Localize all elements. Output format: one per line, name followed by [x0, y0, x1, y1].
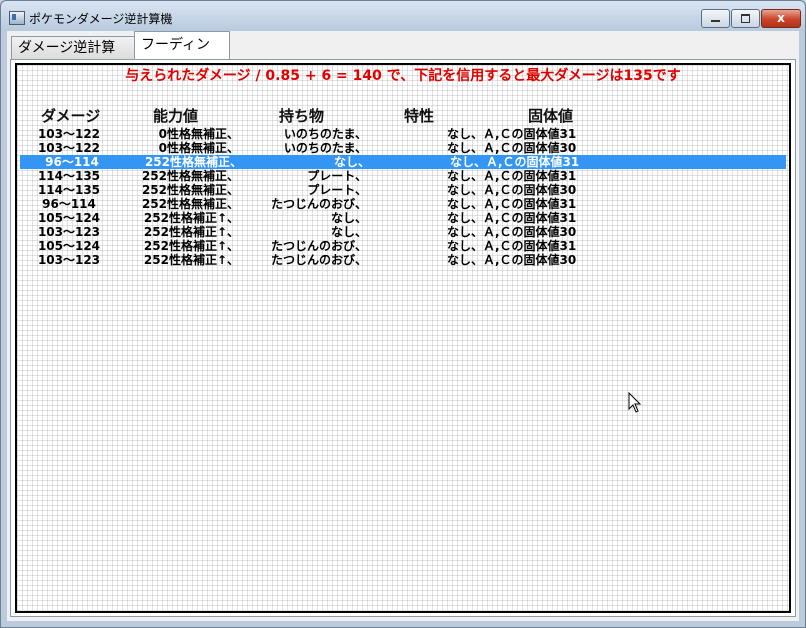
list-item[interactable]: 103～122 0性格無補正、 いのちのたま、 なし、Ａ,Ｃの固体値30 [17, 141, 789, 155]
cell-stat: 252性格補正↑、 [143, 239, 239, 253]
client-area: ダメージ逆計算 フーディン 与えられたダメージ / 0.85 + 6 = 140… [7, 31, 799, 621]
cell-item: なし、 [330, 225, 367, 239]
list-item[interactable]: 105～124 252性格補正↑、 なし、 なし、Ａ,Ｃの固体値31 [17, 211, 789, 225]
list-item-selected[interactable]: 96～114 252性格無補正、 なし、 なし、Ａ,Ｃの固体値31 [20, 155, 786, 169]
cell-damage: 114～135 [37, 169, 101, 183]
cell-item: いのちのたま、 [283, 127, 367, 141]
cell-item: いのちのたま、 [283, 141, 367, 155]
cell-iv: なし、Ａ,Ｃの固体値31 [447, 239, 577, 253]
mouse-cursor-icon [628, 392, 642, 413]
cell-damage: 114～135 [37, 183, 101, 197]
cell-stat: 0性格無補正、 [158, 141, 239, 155]
cell-damage: 105～124 [37, 211, 101, 225]
cell-iv: なし、Ａ,Ｃの固体値31 [447, 197, 577, 211]
title-bar[interactable]: ポケモンダメージ逆計算機 x [1, 1, 805, 31]
cell-item: なし、 [330, 211, 367, 225]
result-list[interactable]: 与えられたダメージ / 0.85 + 6 = 140 で、下記を信用すると最大ダ… [15, 63, 791, 613]
cell-item: なし、 [333, 155, 370, 169]
tab-damage-calc[interactable]: ダメージ逆計算 [11, 36, 135, 59]
cell-damage: 96～114 [45, 155, 99, 169]
list-item[interactable]: 103～123 252性格補正↑、 なし、 なし、Ａ,Ｃの固体値30 [17, 225, 789, 239]
cell-stat: 252性格無補正、 [144, 155, 242, 169]
cell-iv: なし、Ａ,Ｃの固体値30 [447, 141, 577, 155]
result-headline: 与えられたダメージ / 0.85 + 6 = 140 で、下記を信用すると最大ダ… [125, 68, 681, 84]
cell-damage: 105～124 [37, 239, 101, 253]
window-title: ポケモンダメージ逆計算機 [29, 12, 173, 26]
cell-iv: なし、Ａ,Ｃの固体値31 [447, 169, 577, 183]
cell-item: たつじんのおび、 [270, 253, 367, 267]
app-icon [9, 11, 25, 25]
list-item[interactable]: 103～122 0性格無補正、 いのちのたま、 なし、Ａ,Ｃの固体値31 [17, 127, 789, 141]
list-item[interactable]: 103～123 252性格補正↑、 たつじんのおび、 なし、Ａ,Ｃの固体値30 [17, 253, 789, 267]
cell-item: プレート、 [307, 183, 367, 197]
cell-damage: 103～122 [37, 127, 101, 141]
tab-panel: 与えられたダメージ / 0.85 + 6 = 140 で、下記を信用すると最大ダ… [10, 59, 796, 617]
close-icon: x [777, 11, 785, 25]
cell-iv: なし、Ａ,Ｃの固体値30 [447, 183, 577, 197]
cell-damage: 103～123 [37, 253, 101, 267]
list-item[interactable]: 105～124 252性格補正↑、 たつじんのおび、 なし、Ａ,Ｃの固体値31 [17, 239, 789, 253]
cell-item: プレート、 [307, 169, 367, 183]
column-header-stat: 能力値 [153, 107, 199, 125]
cell-stat: 252性格補正↑、 [143, 225, 239, 239]
cell-damage: 103～123 [37, 225, 101, 239]
column-header-item: 持ち物 [279, 107, 325, 125]
column-header-iv: 固体値 [528, 107, 574, 125]
cell-item: たつじんのおび、 [270, 239, 367, 253]
cell-stat: 252性格無補正、 [141, 183, 239, 197]
list-item[interactable]: 114～135 252性格無補正、 プレート、 なし、Ａ,Ｃの固体値30 [17, 183, 789, 197]
cell-iv: なし、Ａ,Ｃの固体値31 [447, 127, 577, 141]
cell-damage: 103～122 [37, 141, 101, 155]
cell-stat: 252性格補正↑、 [143, 211, 239, 225]
cell-stat: 252性格無補正、 [141, 197, 239, 211]
cell-iv: なし、Ａ,Ｃの固体値30 [447, 225, 577, 239]
maximize-button[interactable] [731, 9, 760, 28]
cell-item: たつじんのおび、 [270, 197, 367, 211]
app-window: ポケモンダメージ逆計算機 x ダメージ逆計算 フーディン 与えられたダメージ /… [0, 0, 806, 628]
cell-stat: 252性格補正↑、 [143, 253, 239, 267]
cell-iv: なし、Ａ,Ｃの固体値31 [450, 155, 580, 169]
cell-stat: 252性格無補正、 [141, 169, 239, 183]
minimize-button[interactable] [701, 9, 730, 28]
cell-iv: なし、Ａ,Ｃの固体値30 [447, 253, 577, 267]
column-header-ability: 特性 [404, 107, 435, 125]
close-button[interactable]: x [761, 9, 801, 28]
list-item[interactable]: 114～135 252性格無補正、 プレート、 なし、Ａ,Ｃの固体値31 [17, 169, 789, 183]
tab-fudin[interactable]: フーディン [134, 31, 230, 60]
column-header-damage: ダメージ [41, 107, 101, 125]
cell-iv: なし、Ａ,Ｃの固体値31 [447, 211, 577, 225]
list-item[interactable]: 96～114 252性格無補正、 たつじんのおび、 なし、Ａ,Ｃの固体値31 [17, 197, 789, 211]
cell-stat: 0性格無補正、 [158, 127, 239, 141]
cell-damage: 96～114 [42, 197, 96, 211]
